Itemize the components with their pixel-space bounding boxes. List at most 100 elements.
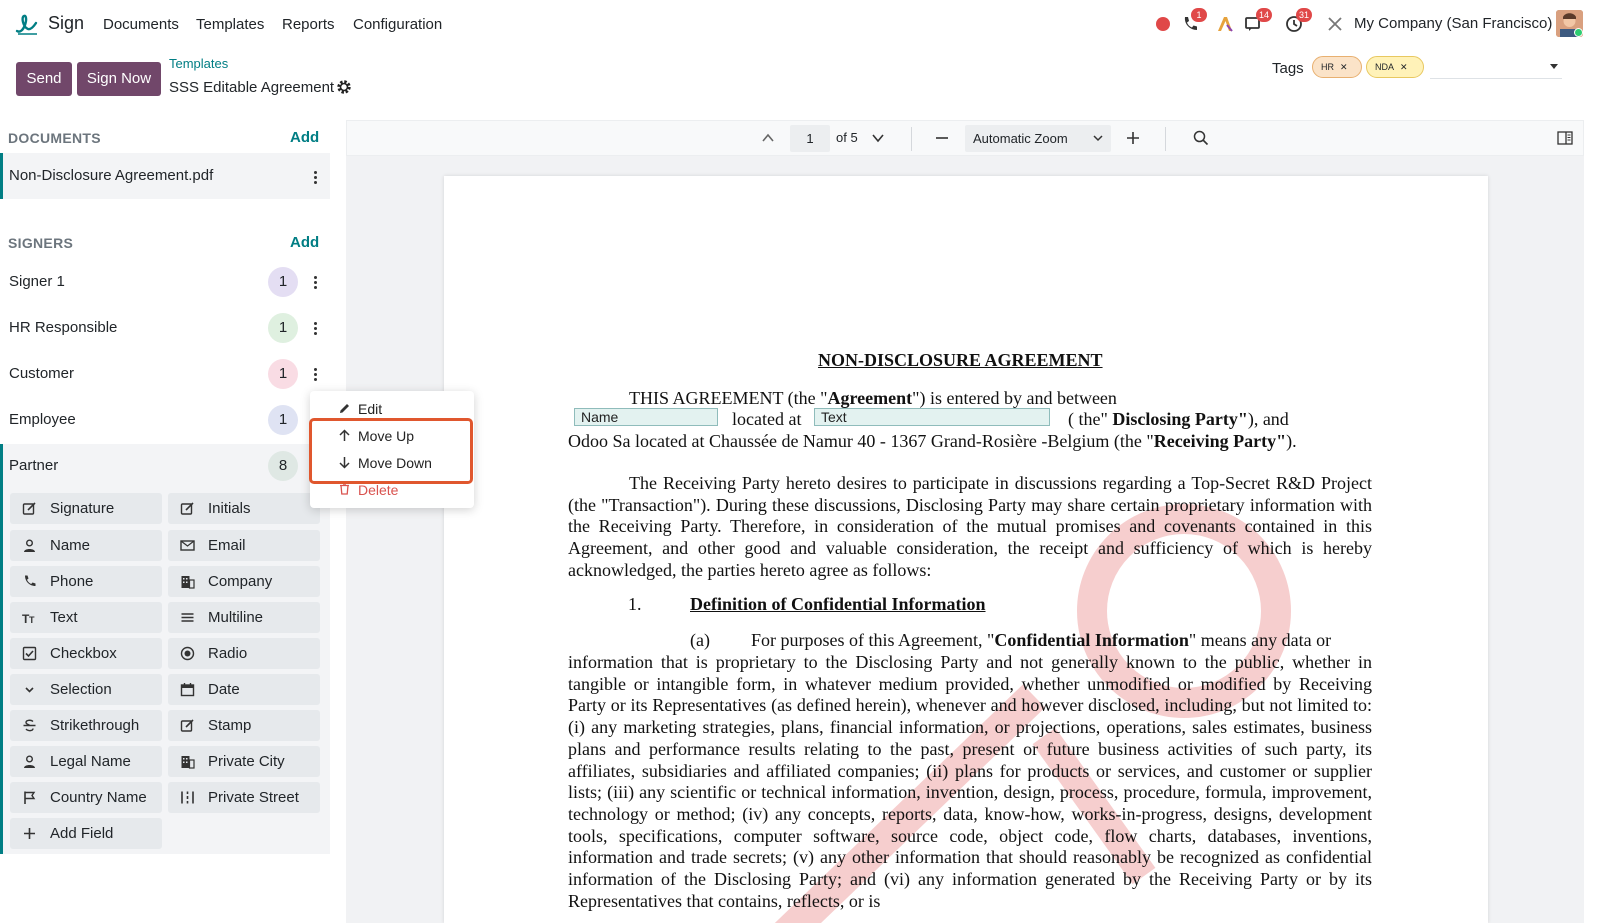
checkbox-icon <box>22 646 37 661</box>
doc-line-2: ( the" Disclosing Party"), and <box>1068 409 1289 429</box>
text-size-icon: TT <box>22 612 35 625</box>
signer-field-count: 1 <box>268 267 298 297</box>
record-icon[interactable] <box>1153 14 1173 34</box>
tags-label: Tags <box>1272 60 1304 77</box>
field-phone[interactable]: Phone <box>10 566 162 597</box>
sidebar-toggle-icon[interactable] <box>1557 131 1573 145</box>
field-company[interactable]: Company <box>168 566 320 597</box>
signer-row[interactable]: Employee 1 <box>0 397 330 443</box>
remove-tag-icon[interactable]: ✕ <box>1340 62 1348 72</box>
field-email[interactable]: Email <box>168 530 320 561</box>
menu-configuration[interactable]: Configuration <box>353 16 442 33</box>
signer-more-icon[interactable] <box>314 276 318 290</box>
messages-badge: 14 <box>1256 8 1273 22</box>
menu-edit[interactable]: Edit <box>358 401 382 417</box>
field-selection[interactable]: Selection <box>10 674 162 705</box>
signer-row[interactable]: Customer 1 <box>0 351 330 397</box>
field-stamp[interactable]: Stamp <box>168 710 320 741</box>
signer-row-active[interactable]: Partner 8 <box>0 443 330 489</box>
tag-hr[interactable]: HR ✕ <box>1312 56 1362 78</box>
search-icon[interactable] <box>1193 130 1209 146</box>
building-icon <box>181 756 195 769</box>
field-label: Name <box>50 537 91 554</box>
field-strikethrough[interactable]: Strikethrough <box>10 710 162 741</box>
field-private-city[interactable]: Private City <box>168 746 320 777</box>
field-checkbox[interactable]: Checkbox <box>10 638 162 669</box>
add-field-button[interactable]: Add Field <box>10 818 162 849</box>
chevron-up-icon[interactable] <box>761 131 775 145</box>
app-name[interactable]: Sign <box>48 13 84 34</box>
field-text[interactable]: T T Text <box>10 602 162 633</box>
page-count: of 5 <box>836 130 858 145</box>
menu-documents[interactable]: Documents <box>103 16 179 33</box>
stamp-icon <box>180 719 194 732</box>
company-switcher[interactable]: My Company (San Francisco) <box>1354 15 1552 32</box>
doc-section-title: Definition of Confidential Information <box>690 594 986 614</box>
signer-field-count: 1 <box>268 313 298 343</box>
documents-header: DOCUMENTS <box>8 130 101 146</box>
user-icon <box>24 755 35 768</box>
field-label: Multiline <box>208 609 264 626</box>
signer-name: Employee <box>9 411 76 428</box>
remove-tag-icon[interactable]: ✕ <box>1400 62 1408 72</box>
doc-item-a-label: (a) <box>690 630 710 650</box>
sign-now-button[interactable]: Sign Now <box>77 62 161 96</box>
zoom-out-icon[interactable] <box>935 131 949 145</box>
gear-icon[interactable] <box>336 79 352 95</box>
field-label: Checkbox <box>50 645 117 662</box>
calendar-icon <box>180 683 195 697</box>
chevron-down-icon <box>25 687 34 693</box>
field-date[interactable]: Date <box>168 674 320 705</box>
field-country-name[interactable]: Country Name <box>10 782 162 813</box>
radio-icon <box>180 646 195 661</box>
tags-input[interactable] <box>1430 78 1562 79</box>
field-label: Legal Name <box>50 753 131 770</box>
field-label: Radio <box>208 645 248 662</box>
field-label: Private Street <box>208 789 299 806</box>
tag-hr-label: HR <box>1321 62 1334 72</box>
user-avatar[interactable] <box>1556 10 1583 37</box>
sign-app-logo-icon[interactable] <box>14 11 40 37</box>
envelope-icon <box>180 540 195 551</box>
svg-text:T: T <box>29 615 35 625</box>
field-label: Add Field <box>50 825 114 842</box>
chevron-down-icon[interactable] <box>871 131 885 145</box>
strikethrough-icon <box>23 719 36 732</box>
doc-paragraph-1: The Receiving Party hereto desires to pa… <box>568 473 1372 580</box>
field-label: Signature <box>50 500 115 517</box>
menu-reports[interactable]: Reports <box>282 16 335 33</box>
signer-more-icon[interactable] <box>314 368 318 382</box>
breadcrumb-templates-link[interactable]: Templates <box>169 56 228 71</box>
field-initials[interactable]: Initials <box>168 493 320 524</box>
signer-row[interactable]: HR Responsible 1 <box>0 305 330 351</box>
menu-templates[interactable]: Templates <box>196 16 264 33</box>
zoom-value: Automatic Zoom <box>973 131 1068 146</box>
send-button[interactable]: Send <box>16 62 72 96</box>
tools-icon[interactable] <box>1325 14 1345 34</box>
field-label: Phone <box>50 573 94 590</box>
tag-nda[interactable]: NDA ✕ <box>1366 56 1424 78</box>
field-private-street[interactable]: Private Street <box>168 782 320 813</box>
zoom-select[interactable]: Automatic Zoom <box>965 125 1111 152</box>
document-item[interactable]: Non-Disclosure Agreement.pdf <box>0 153 330 199</box>
field-multiline[interactable]: Multiline <box>168 602 320 633</box>
add-document-button[interactable]: Add <box>290 129 319 146</box>
signer-more-icon[interactable] <box>314 322 318 336</box>
chevron-down-icon[interactable] <box>1550 64 1558 69</box>
field-signature[interactable]: Signature <box>10 493 162 524</box>
signer-name: HR Responsible <box>9 319 118 336</box>
add-signer-button[interactable]: Add <box>290 234 319 251</box>
page-number-input[interactable]: 1 <box>790 125 830 152</box>
document-more-icon[interactable] <box>314 171 318 185</box>
field-radio[interactable]: Radio <box>168 638 320 669</box>
signer-row[interactable]: Signer 1 1 <box>0 259 330 305</box>
field-name[interactable]: Name <box>10 530 162 561</box>
text-field[interactable]: Text <box>814 408 1050 426</box>
ai-icon[interactable] <box>1215 14 1235 34</box>
zoom-in-icon[interactable] <box>1126 131 1140 145</box>
field-legal-name[interactable]: Legal Name <box>10 746 162 777</box>
menu-delete[interactable]: Delete <box>358 482 398 498</box>
name-field[interactable]: Name <box>574 408 718 426</box>
flag-icon <box>24 791 36 804</box>
pdf-page: NON-DISCLOSURE AGREEMENT THIS AGREEMENT … <box>444 176 1488 923</box>
